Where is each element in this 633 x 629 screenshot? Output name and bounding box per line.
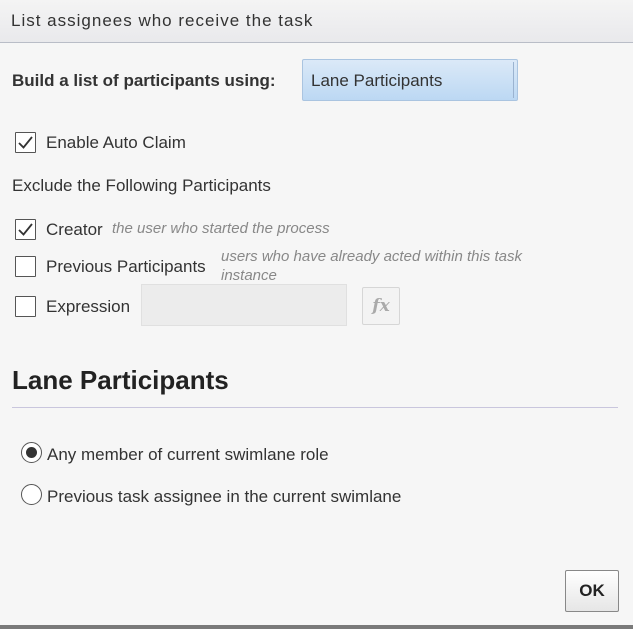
exclude-previous-hint-line1: users who have already acted within this… xyxy=(221,248,522,265)
dialog-title: List assignees who receive the task xyxy=(11,11,314,30)
function-icon: fx xyxy=(372,296,390,316)
radio-any-member-label: Any member of current swimlane role xyxy=(47,445,329,464)
checkmark-icon xyxy=(18,223,33,236)
radio-previous-assignee[interactable] xyxy=(21,484,42,505)
radio-any-member[interactable] xyxy=(21,442,42,463)
participants-source-value: Lane Participants xyxy=(311,71,443,90)
exclude-creator-hint: the user who started the process xyxy=(112,220,330,237)
expression-input[interactable] xyxy=(141,284,347,326)
exclude-creator-checkbox[interactable] xyxy=(15,219,36,240)
exclude-expression-label: Expression xyxy=(46,297,131,316)
ok-button[interactable]: OK xyxy=(565,570,619,612)
auto-claim-checkbox[interactable] xyxy=(15,132,36,153)
expression-editor-button[interactable]: fx xyxy=(362,287,400,325)
build-list-label: Build a list of participants using: xyxy=(12,71,276,90)
auto-claim-label: Enable Auto Claim xyxy=(46,133,186,152)
exclude-previous-label: Previous Participants xyxy=(46,257,206,276)
exclude-previous-hint-line2: instance xyxy=(221,267,277,284)
dialog-bottom-border xyxy=(0,625,633,629)
lane-participants-heading: Lane Participants xyxy=(12,365,229,395)
exclude-creator-label: Creator xyxy=(46,220,103,239)
dialog-title-bar: List assignees who receive the task xyxy=(0,0,633,43)
radio-selected-dot xyxy=(26,447,37,458)
radio-previous-assignee-label: Previous task assignee in the current sw… xyxy=(47,487,402,506)
exclude-heading: Exclude the Following Participants xyxy=(12,176,271,195)
exclude-expression-checkbox[interactable] xyxy=(15,296,36,317)
participants-source-select[interactable]: Lane Participants xyxy=(302,59,518,101)
checkmark-icon xyxy=(18,136,33,149)
exclude-previous-checkbox[interactable] xyxy=(15,256,36,277)
section-divider xyxy=(12,407,618,408)
